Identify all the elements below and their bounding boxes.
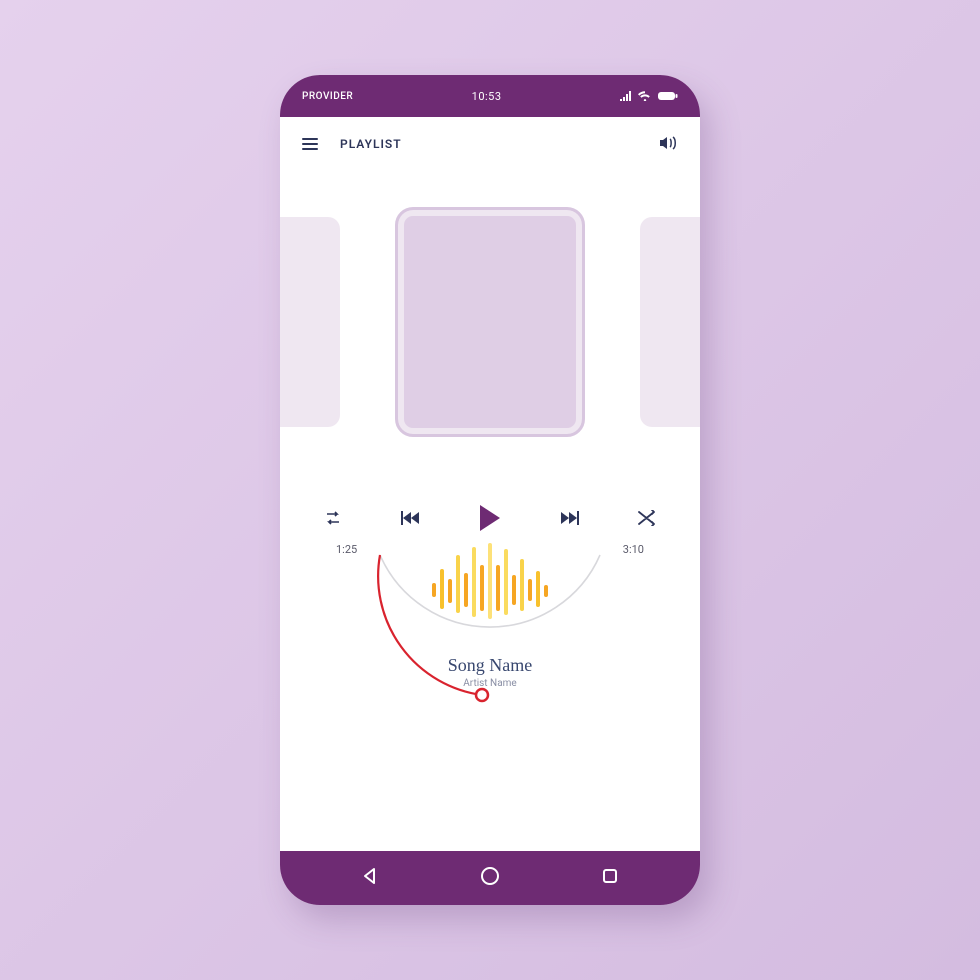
track-title: Song Name [280,655,700,676]
home-button[interactable] [480,866,500,890]
volume-icon[interactable] [660,135,678,154]
carrier-label: PROVIDER [302,91,353,102]
progress-section: 1:25 3:10 [280,535,700,851]
phone-frame: PROVIDER 10:53 PLAYLIST [280,75,700,905]
total-time: 3:10 [623,543,644,556]
playback-controls [280,505,700,531]
track-info: Song Name Artist Name [280,655,700,689]
previous-button[interactable] [401,511,419,525]
clock: 10:53 [472,90,502,103]
progress-knob[interactable] [476,689,488,701]
next-button[interactable] [561,511,579,525]
album-art-prev[interactable] [280,217,340,427]
progress-arc[interactable] [330,535,650,735]
system-nav-bar [280,851,700,905]
wifi-icon [638,91,652,101]
track-artist: Artist Name [280,678,700,689]
battery-icon [658,91,678,101]
status-icons [620,91,678,101]
page-title: PLAYLIST [340,137,402,151]
album-carousel[interactable] [280,187,700,457]
app-bar: PLAYLIST [280,117,700,171]
recent-apps-button[interactable] [601,867,619,889]
repeat-button[interactable] [324,510,342,526]
status-bar: PROVIDER 10:53 [280,75,700,117]
menu-icon[interactable] [302,138,318,150]
album-art-current[interactable] [395,207,585,437]
play-button[interactable] [478,505,502,531]
shuffle-button[interactable] [638,510,656,526]
equalizer-icon [432,543,548,619]
elapsed-time: 1:25 [336,543,357,556]
signal-icon [620,91,632,101]
back-button[interactable] [361,867,379,889]
album-art-next[interactable] [640,217,700,427]
